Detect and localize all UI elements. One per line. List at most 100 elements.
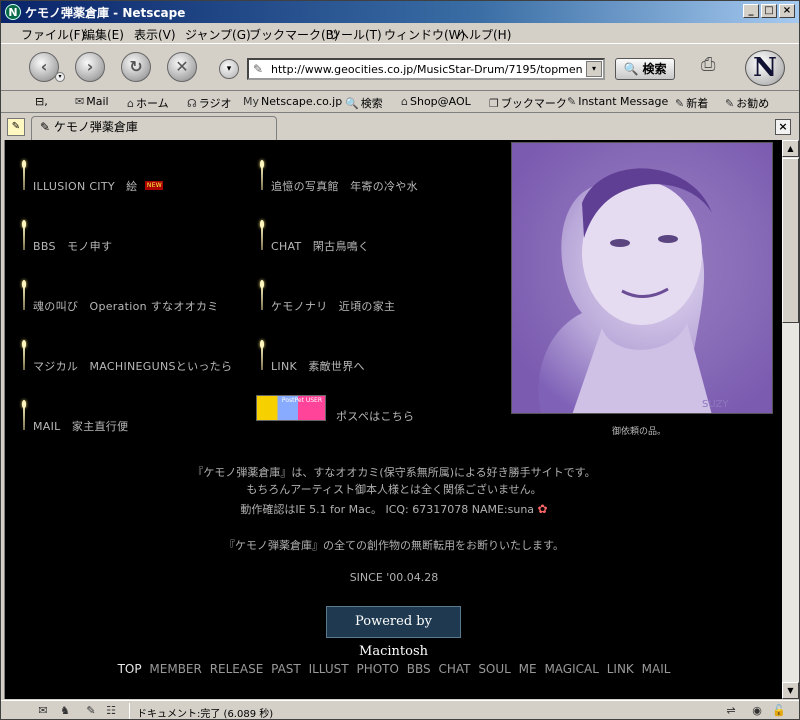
icq-flower-icon[interactable]: ✿ <box>538 502 548 516</box>
mail-icon: ✉ <box>75 95 85 108</box>
minimize-button[interactable]: _ <box>743 4 759 18</box>
maximize-button[interactable]: □ <box>761 4 777 18</box>
menu-edit[interactable]: 編集(E) <box>83 26 124 43</box>
url-bar[interactable]: ✎ ▾ <box>247 58 605 80</box>
bookmark-netscape-jp[interactable]: My Netscape.co.jp <box>243 95 342 108</box>
link-text: LINK 素敵世界へ <box>271 360 365 373</box>
link-text: CHAT 閑古鳥鳴く <box>271 240 370 253</box>
menu-tools[interactable]: ツール(T) <box>329 26 382 43</box>
bookmark-recommend[interactable]: ✎ お勧め <box>725 95 769 111</box>
url-dropdown-icon[interactable]: ▾ <box>586 61 602 77</box>
bookmark-instant-message[interactable]: ✎ Instant Message <box>567 95 668 108</box>
mail-status-icon[interactable]: ✉ <box>35 704 51 718</box>
sidebar-toggle-icon[interactable]: ✎ <box>7 118 25 136</box>
bottom-nav-magical[interactable]: MAGICAL <box>544 662 598 676</box>
bookmark-search[interactable]: 🔍 検索 <box>345 95 383 111</box>
bottom-nav-soul[interactable]: SOUL <box>478 662 511 676</box>
bottom-nav-member[interactable]: MEMBER <box>149 662 201 676</box>
menu-help[interactable]: ヘルプ(H) <box>457 26 511 43</box>
menu-view[interactable]: 表示(V) <box>134 26 176 43</box>
bottom-nav-mail[interactable]: MAIL <box>642 662 671 676</box>
composer-icon[interactable]: ✎ <box>83 704 99 718</box>
link-postpet[interactable]: ポスペはこちら <box>336 408 414 424</box>
stop-button[interactable]: ✕ <box>167 52 197 82</box>
bottom-nav-bbs[interactable]: BBS <box>407 662 431 676</box>
candle-icon <box>259 220 265 250</box>
menu-window[interactable]: ウィンドウ(W) <box>384 26 465 43</box>
link-text: BBS モノ申す <box>33 240 113 253</box>
bottom-nav-me[interactable]: ME <box>519 662 537 676</box>
address-book-icon[interactable]: ☷ <box>103 704 119 718</box>
tab-bar: ✎ ✎ ケモノ弾薬倉庫 × <box>1 114 799 140</box>
close-window-button[interactable]: × <box>779 4 795 18</box>
powered-by-macintosh-button[interactable]: Powered by Macintosh <box>326 606 461 659</box>
personal-toolbar: ⊟, ✉ Mail ⌂ ホーム ☊ ラジオ My Netscape.co.jp 🔍 検索 … <box>1 91 799 113</box>
headphones-icon: ☊ <box>187 97 197 110</box>
scroll-up-icon[interactable]: ▲ <box>782 140 799 157</box>
since-date: SINCE '00.04.28 <box>349 571 439 584</box>
browser-window: N ケモノ弾薬倉庫 - Netscape _ □ × ファイル(F) 編集(E)… <box>0 0 800 720</box>
postpet-user-badge[interactable]: PostPet USER <box>256 395 326 421</box>
bookmark-bookmarks[interactable]: ❐ ブックマーク <box>489 95 567 111</box>
bookmark-home[interactable]: ⌂ ホーム <box>127 95 169 111</box>
bottom-nav-chat[interactable]: CHAT <box>438 662 470 676</box>
reload-button[interactable]: ↻ <box>121 52 151 82</box>
aim-status-icon[interactable]: ♞ <box>57 704 73 718</box>
page-icon: ✎ <box>253 62 264 76</box>
new-badge: NEW <box>145 181 164 190</box>
link-text: MAIL 家主直行便 <box>33 420 129 433</box>
link-icon: ✎ <box>675 97 685 110</box>
candle-icon <box>21 220 27 250</box>
photo-caption: 御依頼の品。 <box>612 427 667 437</box>
bookmark-label: 検索 <box>360 97 383 110</box>
scroll-thumb[interactable] <box>782 158 799 323</box>
portrait-image: SUZY <box>511 142 773 414</box>
bottom-nav-past[interactable]: PAST <box>271 662 301 676</box>
status-divider <box>129 703 130 719</box>
menu-go[interactable]: ジャンプ(G) <box>185 26 251 43</box>
bookmark-shop-aol[interactable]: ⌂ Shop@AOL <box>401 95 471 108</box>
candle-icon <box>21 400 27 430</box>
bottom-nav-top[interactable]: TOP <box>118 662 142 676</box>
photo-signature: SUZY <box>702 399 729 410</box>
candle-icon <box>21 340 27 370</box>
lock-icon[interactable]: 🔓 <box>771 704 787 718</box>
tab-kemono[interactable]: ✎ ケモノ弾薬倉庫 <box>31 116 277 140</box>
menu-file[interactable]: ファイル(F) <box>21 26 85 43</box>
bottom-nav-illust[interactable]: ILLUST <box>309 662 349 676</box>
window-title: ケモノ弾薬倉庫 - Netscape <box>25 6 186 20</box>
link-icon: ✎ <box>567 95 577 108</box>
bookmark-label: Shop@AOL <box>409 95 471 108</box>
back-dropdown-icon[interactable]: ▾ <box>55 72 65 82</box>
bookmark-new[interactable]: ✎ 新着 <box>675 95 708 111</box>
menu-bookmarks[interactable]: ブックマーク(B) <box>249 26 339 43</box>
status-text: ドキュメント:完了 (6.089 秒) <box>137 709 274 720</box>
bottom-nav-link[interactable]: LINK <box>607 662 634 676</box>
candle-icon <box>259 340 265 370</box>
link-text: ケモノナリ 近頃の家主 <box>271 300 396 313</box>
home-tab-icon[interactable]: ⊟, <box>35 95 48 108</box>
connection-icon: ⇌ <box>726 704 736 717</box>
scroll-down-icon[interactable]: ▼ <box>782 682 799 699</box>
bottom-navigation: TOP MEMBER RELEASE PAST ILLUST PHOTO BBS… <box>5 662 782 676</box>
bookmark-label: ホーム <box>135 97 169 110</box>
shop-icon: ⌂ <box>401 95 408 108</box>
bookmark-label: 新着 <box>686 97 709 110</box>
url-input[interactable] <box>271 61 583 77</box>
link-label: ILLUSION CITY 絵 NEW <box>33 178 164 194</box>
close-tab-button[interactable]: × <box>775 119 791 135</box>
security-eye-icon[interactable]: ◉ <box>749 704 765 718</box>
search-button[interactable]: 🔍 検索 <box>615 58 675 80</box>
bottom-nav-photo[interactable]: PHOTO <box>356 662 398 676</box>
netscape-logo[interactable]: N <box>745 50 785 86</box>
vertical-scrollbar[interactable]: ▲ ▼ <box>782 140 799 699</box>
disclaimer: もちろんアーティスト御本人様とは全く関係ございません。 <box>246 483 542 496</box>
bookmark-radio[interactable]: ☊ ラジオ <box>187 95 232 111</box>
bookmark-mail[interactable]: ✉ Mail <box>75 95 109 108</box>
print-icon[interactable]: ⎙ <box>701 54 727 76</box>
candle-icon <box>259 280 265 310</box>
bottom-nav-release[interactable]: RELEASE <box>210 662 264 676</box>
candle-icon <box>21 160 27 190</box>
history-dropdown-icon[interactable]: ▾ <box>219 59 239 79</box>
forward-button[interactable]: › <box>75 52 105 82</box>
